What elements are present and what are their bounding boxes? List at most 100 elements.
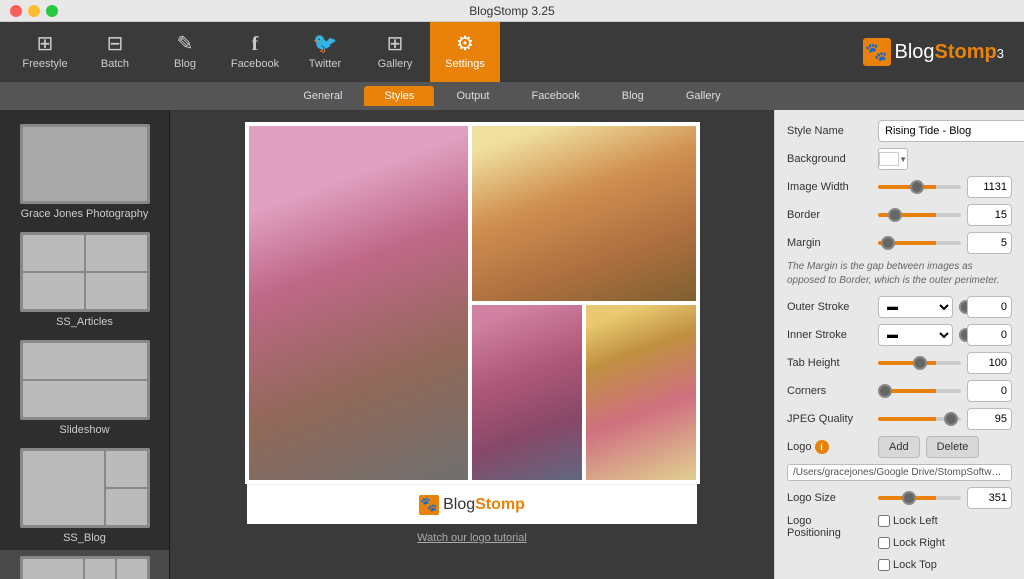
logo-size-slider[interactable] bbox=[878, 496, 961, 500]
corners-value[interactable] bbox=[967, 380, 1012, 402]
outer-stroke-slider-container bbox=[959, 305, 961, 309]
tab-general[interactable]: General bbox=[283, 86, 362, 106]
maximize-button[interactable] bbox=[46, 5, 58, 17]
facebook-icon: f bbox=[252, 34, 259, 54]
minimize-button[interactable] bbox=[28, 5, 40, 17]
tutorial-link[interactable]: Watch our logo tutorial bbox=[417, 532, 527, 544]
preview-area: 🐾 BlogStomp Watch our logo tutorial bbox=[170, 110, 774, 579]
style-name-label: Style Name bbox=[787, 125, 872, 137]
sidebar-thumb-ssblog bbox=[20, 448, 150, 528]
outer-stroke-slider[interactable] bbox=[959, 305, 961, 309]
batch-icon: ⊟ bbox=[107, 34, 124, 54]
inner-stroke-value[interactable] bbox=[967, 324, 1012, 346]
sidebar-item-ssarticles[interactable]: SS_Articles bbox=[0, 226, 169, 334]
window-controls[interactable] bbox=[10, 5, 58, 17]
lock-left-item: Lock Left bbox=[878, 515, 938, 527]
lock-right-checkbox[interactable] bbox=[878, 537, 890, 549]
tab-gallery[interactable]: Gallery bbox=[666, 86, 741, 106]
border-value[interactable] bbox=[967, 204, 1012, 226]
outer-stroke-select[interactable]: ▬ - - bbox=[878, 296, 953, 318]
margin-slider-container bbox=[878, 241, 961, 245]
jpeg-quality-slider[interactable] bbox=[878, 417, 961, 421]
sidebar-thumb-gracejones bbox=[20, 124, 150, 204]
background-label: Background bbox=[787, 153, 872, 165]
toolbar-item-gallery[interactable]: ⊞ Gallery bbox=[360, 22, 430, 82]
tab-facebook[interactable]: Facebook bbox=[511, 86, 599, 106]
swatch-dropdown-icon: ▼ bbox=[899, 155, 907, 164]
sub-tabs: General Styles Output Facebook Blog Gall… bbox=[0, 82, 1024, 110]
sidebar-thumb-slideshow bbox=[20, 340, 150, 420]
lock-left-checkbox[interactable] bbox=[878, 515, 890, 527]
tab-styles[interactable]: Styles bbox=[364, 86, 434, 106]
image-width-slider[interactable] bbox=[878, 185, 961, 189]
lock-right-item: Lock Right bbox=[878, 537, 945, 549]
sidebar-thumb-risingtide bbox=[20, 556, 150, 579]
tab-output[interactable]: Output bbox=[436, 86, 509, 106]
logo-positioning-label: LogoPositioning bbox=[787, 515, 872, 539]
outer-stroke-value[interactable] bbox=[967, 296, 1012, 318]
settings-label: Settings bbox=[445, 58, 485, 70]
logo-row: Logo i Add Delete bbox=[787, 436, 1012, 458]
window-title: BlogStomp 3.25 bbox=[469, 4, 554, 18]
logo-delete-button[interactable]: Delete bbox=[926, 436, 980, 458]
sidebar-item-slideshow[interactable]: Slideshow bbox=[0, 334, 169, 442]
border-slider-container bbox=[878, 213, 961, 217]
corners-label: Corners bbox=[787, 385, 872, 397]
toolbar-item-batch[interactable]: ⊟ Batch bbox=[80, 22, 150, 82]
background-row: Background ▼ bbox=[787, 148, 1012, 170]
logo-size-value[interactable] bbox=[967, 487, 1012, 509]
corners-slider-container bbox=[878, 389, 961, 393]
jpeg-quality-value[interactable] bbox=[967, 408, 1012, 430]
sidebar-item-ssblog[interactable]: SS_Blog bbox=[0, 442, 169, 550]
toolbar-item-blog[interactable]: ✎ Blog bbox=[150, 22, 220, 82]
sidebar-item-risingtide[interactable]: Rising Tide - Blog bbox=[0, 550, 169, 579]
image-width-value[interactable] bbox=[967, 176, 1012, 198]
sidebar-thumb-ssarticles bbox=[20, 232, 150, 312]
inner-stroke-slider[interactable] bbox=[959, 333, 961, 337]
toolbar-item-twitter[interactable]: 🐦 Twitter bbox=[290, 22, 360, 82]
style-name-row: Style Name bbox=[787, 120, 1012, 142]
close-button[interactable] bbox=[10, 5, 22, 17]
logo-add-button[interactable]: Add bbox=[878, 436, 920, 458]
preview-canvas bbox=[245, 122, 700, 484]
main-content: Grace Jones Photography SS_Articles Slid… bbox=[0, 110, 1024, 579]
toolbar-item-settings[interactable]: ⚙ Settings bbox=[430, 22, 500, 82]
preview-grid bbox=[249, 126, 696, 480]
brand-name: BlogStomp bbox=[895, 41, 997, 64]
brand-icon: 🐾 bbox=[863, 38, 891, 66]
sidebar-item-gracejones[interactable]: Grace Jones Photography bbox=[0, 118, 169, 226]
background-color-swatch[interactable]: ▼ bbox=[878, 148, 908, 170]
logo-size-label: Logo Size bbox=[787, 492, 872, 504]
settings-panel: Style Name Background ▼ Image Width Bord… bbox=[774, 110, 1024, 579]
lock-right-label: Lock Right bbox=[893, 537, 945, 549]
logo-info-icon[interactable]: i bbox=[815, 440, 829, 454]
margin-value[interactable] bbox=[967, 232, 1012, 254]
gallery-icon: ⊞ bbox=[387, 34, 404, 54]
toolbar-item-freestyle[interactable]: ⊞ Freestyle bbox=[10, 22, 80, 82]
twitter-icon: 🐦 bbox=[313, 34, 338, 54]
margin-note: The Margin is the gap between images as … bbox=[787, 260, 1012, 288]
tab-height-row: Tab Height bbox=[787, 352, 1012, 374]
style-name-input[interactable] bbox=[878, 120, 1024, 142]
preview-photo-outdoor bbox=[472, 305, 582, 480]
image-width-label: Image Width bbox=[787, 181, 872, 193]
sidebar-item-label-ssarticles: SS_Articles bbox=[56, 316, 113, 328]
preview-photo-couple bbox=[249, 126, 469, 480]
toolbar-item-facebook[interactable]: f Facebook bbox=[220, 22, 290, 82]
margin-slider[interactable] bbox=[878, 241, 961, 245]
tab-blog[interactable]: Blog bbox=[602, 86, 664, 106]
inner-stroke-select[interactable]: ▬ - - bbox=[878, 324, 953, 346]
sidebar-item-label-slideshow: Slideshow bbox=[59, 424, 109, 436]
lock-top-checkbox[interactable] bbox=[878, 559, 890, 571]
jpeg-quality-label: JPEG Quality bbox=[787, 413, 872, 425]
corners-slider[interactable] bbox=[878, 389, 961, 393]
sidebar-item-label-gracejones: Grace Jones Photography bbox=[21, 208, 149, 220]
border-slider[interactable] bbox=[878, 213, 961, 217]
border-label: Border bbox=[787, 209, 872, 221]
preview-photo-sign bbox=[472, 126, 696, 301]
tab-height-value[interactable] bbox=[967, 352, 1012, 374]
blog-label: Blog bbox=[174, 58, 196, 70]
outer-stroke-label: Outer Stroke bbox=[787, 301, 872, 313]
preview-photo-bottle bbox=[586, 305, 696, 480]
tab-height-slider[interactable] bbox=[878, 361, 961, 365]
